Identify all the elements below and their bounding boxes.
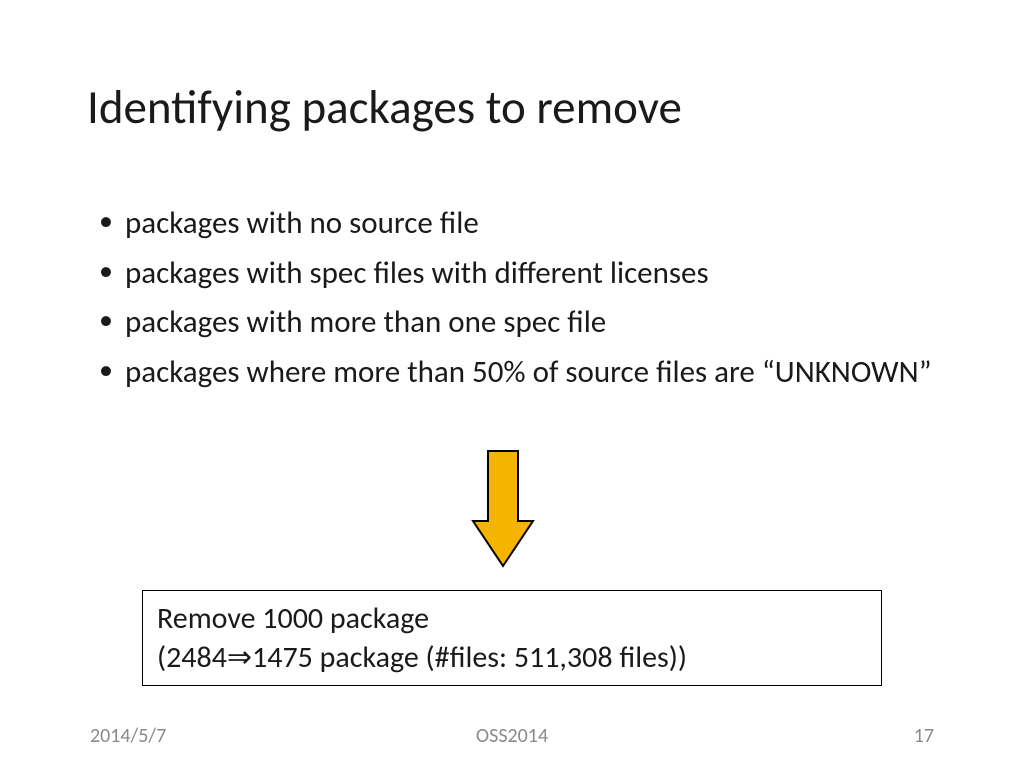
- footer-date: 2014/5/7: [90, 724, 166, 748]
- bullet-item: packages with more than one spec file: [87, 299, 954, 346]
- bullet-item: packages with spec files with different …: [87, 250, 954, 297]
- slide-title: Identifying packages to remove: [87, 78, 682, 136]
- footer-event: OSS2014: [476, 724, 548, 748]
- bullet-item: packages where more than 50% of source f…: [87, 349, 954, 396]
- down-arrow-icon: [468, 446, 538, 571]
- footer-page-number: 17: [914, 724, 934, 748]
- result-line-2: (2484⇒1475 package (#files: 511,308 file…: [157, 638, 867, 677]
- bullet-list: packages with no source file packages wi…: [87, 200, 954, 398]
- slide-footer: 2014/5/7 OSS2014 17: [0, 724, 1024, 748]
- bullet-item: packages with no source file: [87, 200, 954, 247]
- slide: Identifying packages to remove packages …: [0, 0, 1024, 768]
- result-line-1: Remove 1000 package: [157, 599, 867, 638]
- result-box: Remove 1000 package (2484⇒1475 package (…: [142, 590, 882, 686]
